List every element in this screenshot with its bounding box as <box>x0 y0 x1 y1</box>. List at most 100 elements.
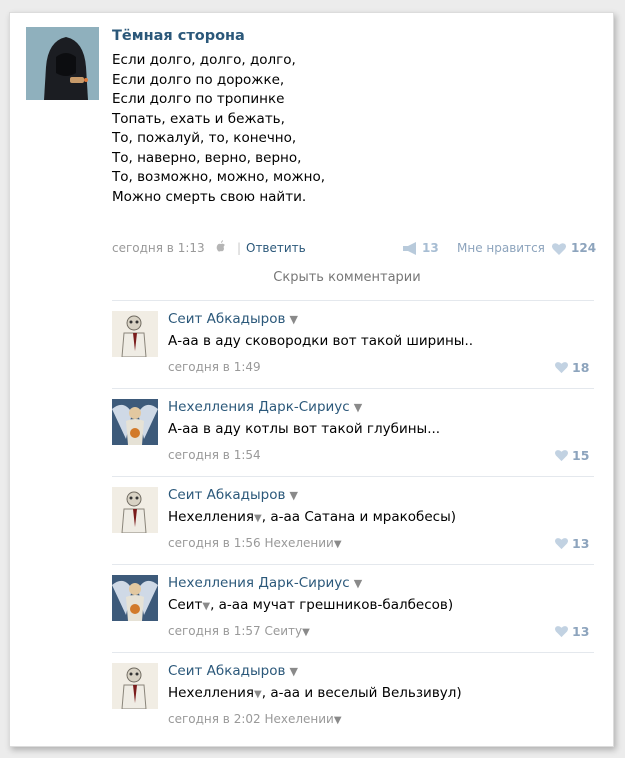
group-avatar[interactable] <box>26 27 99 100</box>
comment-author[interactable]: Сеит Абкадыров ▼ <box>168 663 298 679</box>
chevron-down-icon[interactable]: ▼ <box>289 665 297 678</box>
comment-mention[interactable]: Сеит <box>168 597 202 613</box>
comment-like-button[interactable]: 18 <box>554 360 594 376</box>
comment-text-body: , а-аа и веселый Вельзивул) <box>261 685 462 701</box>
comment-like-count: 15 <box>572 448 590 463</box>
screenshot-frame: Тёмная сторона Если долго, долго, долго,… <box>9 12 614 747</box>
heart-icon <box>555 362 568 374</box>
comment-text-body: А-аа в аду сковородки вот такой ширины.. <box>168 333 474 349</box>
comment-avatar[interactable] <box>112 487 158 533</box>
post-author[interactable]: Тёмная сторона <box>112 27 596 45</box>
comment: Нехелления Дарк-Сириус ▼ Сеит▼, а-аа мучат… <box>112 575 594 661</box>
comment-meta: сегодня в 2:02 Нехелении▼ <box>168 712 342 726</box>
comment-reply-to[interactable]: Нехелении <box>264 536 333 550</box>
comment-like-count: 13 <box>572 624 590 639</box>
comment-text: А-аа в аду сковородки вот такой ширины.. <box>168 333 473 349</box>
angel-avatar-icon <box>112 399 158 445</box>
comment-time[interactable]: сегодня в 2:02 <box>168 712 261 726</box>
post-time[interactable]: сегодня в 1:13 <box>112 241 205 255</box>
comment-reply-to[interactable]: Сеиту <box>264 624 302 638</box>
post-text: Если долго, долго, долго, Если долго по д… <box>112 51 596 207</box>
comment-mention[interactable]: Нехелления <box>168 685 254 701</box>
comment-author[interactable]: Сеит Абкадыров ▼ <box>168 311 298 327</box>
divider <box>112 476 594 477</box>
heart-icon <box>555 538 568 550</box>
divider <box>112 652 594 653</box>
comment-text-body: А-аа в аду котлы вот такой глубины... <box>168 421 441 437</box>
heart-icon[interactable] <box>551 242 567 256</box>
chevron-down-icon[interactable]: ▼ <box>302 627 310 638</box>
post-text-line: То, возможно, можно, можно, <box>112 169 326 185</box>
chevron-down-icon[interactable]: ▼ <box>254 513 262 524</box>
comment-text: Нехелления▼, а-аа Сатана и мракобесы) <box>168 509 456 525</box>
chevron-down-icon[interactable]: ▼ <box>254 689 262 700</box>
comment-text: Нехелления▼, а-аа и веселый Вельзивул) <box>168 685 462 701</box>
angel-avatar-icon <box>112 575 158 621</box>
post-text-line: Если долго по тропинке <box>112 91 285 107</box>
comment: Нехелления Дарк-Сириус ▼ А-аа в аду котлы … <box>112 399 594 485</box>
comment-like-count: 13 <box>572 536 590 551</box>
chevron-down-icon[interactable]: ▼ <box>334 539 342 550</box>
meta-separator: | <box>237 241 242 255</box>
comment-text: Сеит▼, а-аа мучат грешников-балбесов) <box>168 597 453 613</box>
comment-author[interactable]: Нехелления Дарк-Сириус ▼ <box>168 575 362 591</box>
comment-avatar[interactable] <box>112 575 158 621</box>
chevron-down-icon[interactable]: ▼ <box>289 489 297 502</box>
comment-author[interactable]: Нехелления Дарк-Сириус ▼ <box>168 399 362 415</box>
comment-like-button[interactable]: 13 <box>554 536 594 552</box>
comment-like-button[interactable]: 13 <box>554 624 594 640</box>
comment-like-count: 18 <box>572 360 590 375</box>
comment-avatar[interactable] <box>112 663 158 709</box>
post-text-line: То, пожалуй, то, конечно, <box>112 130 297 146</box>
reply-link[interactable]: Ответить <box>246 241 306 255</box>
share-count: 13 <box>422 241 439 255</box>
comment-time[interactable]: сегодня в 1:57 <box>168 624 261 638</box>
comment-author-name[interactable]: Нехелления Дарк-Сириус <box>168 575 350 591</box>
comment-text: А-аа в аду котлы вот такой глубины... <box>168 421 440 437</box>
comment-like-button[interactable]: 15 <box>554 448 594 464</box>
comment-meta: сегодня в 1:56 Нехелении▼ <box>168 536 342 550</box>
apple-icon <box>216 240 225 252</box>
comment-author[interactable]: Сеит Абкадыров ▼ <box>168 487 298 503</box>
post-text-line: Топать, ехать и бежать, <box>112 110 285 127</box>
comment-avatar[interactable] <box>112 311 158 357</box>
post-text-line: То, наверно, верно, верно, <box>112 149 302 166</box>
divider <box>112 564 594 565</box>
comment-author-name[interactable]: Сеит Абкадыров <box>168 663 285 679</box>
divider <box>112 388 594 389</box>
comment-time[interactable]: сегодня в 1:49 <box>168 360 261 374</box>
like-label[interactable]: Мне нравится <box>457 241 545 255</box>
comment: Сеит Абкадыров ▼ А-аа в аду сковородки вот… <box>112 311 594 397</box>
divider <box>112 300 594 301</box>
comment-meta: сегодня в 1:57 Сеиту▼ <box>168 624 310 638</box>
dark-figure-icon <box>26 27 99 100</box>
comment-author-name[interactable]: Сеит Абкадыров <box>168 487 285 503</box>
comment-mention[interactable]: Нехелления <box>168 509 254 525</box>
skeleton-avatar-icon <box>112 663 158 709</box>
chevron-down-icon[interactable]: ▼ <box>334 715 342 726</box>
megaphone-icon <box>403 242 416 255</box>
comment-text-body: , а-аа Сатана и мракобесы) <box>261 509 457 525</box>
comment-reply-to[interactable]: Нехелении <box>264 712 333 726</box>
post-text-line: Можно смерть свою найти. <box>112 188 307 205</box>
comment-avatar[interactable] <box>112 399 158 445</box>
comment: Сеит Абкадыров ▼ Нехелления▼, а-аа и весел… <box>112 663 594 749</box>
comment-time[interactable]: сегодня в 1:54 <box>168 448 261 462</box>
comment-author-name[interactable]: Нехелления Дарк-Сириус <box>168 399 350 415</box>
comment-meta: сегодня в 1:49 <box>168 360 261 374</box>
heart-icon <box>555 450 568 462</box>
skeleton-avatar-icon <box>112 487 158 533</box>
skeleton-avatar-icon <box>112 311 158 357</box>
post-body: Тёмная сторона Если долго, долго, долго,… <box>112 27 596 207</box>
chevron-down-icon[interactable]: ▼ <box>354 401 362 414</box>
heart-icon <box>555 626 568 638</box>
comment-time[interactable]: сегодня в 1:56 <box>168 536 261 550</box>
like-count: 124 <box>571 241 597 255</box>
hide-comments-link[interactable]: Скрыть комментарии <box>112 270 582 285</box>
chevron-down-icon[interactable]: ▼ <box>202 601 210 612</box>
comment-text-body: , а-аа мучат грешников-балбесов) <box>210 597 454 613</box>
chevron-down-icon[interactable]: ▼ <box>289 313 297 326</box>
comment-author-name[interactable]: Сеит Абкадыров <box>168 311 285 327</box>
chevron-down-icon[interactable]: ▼ <box>354 577 362 590</box>
comment: Сеит Абкадыров ▼ Нехелления▼, а-аа Сатана … <box>112 487 594 573</box>
